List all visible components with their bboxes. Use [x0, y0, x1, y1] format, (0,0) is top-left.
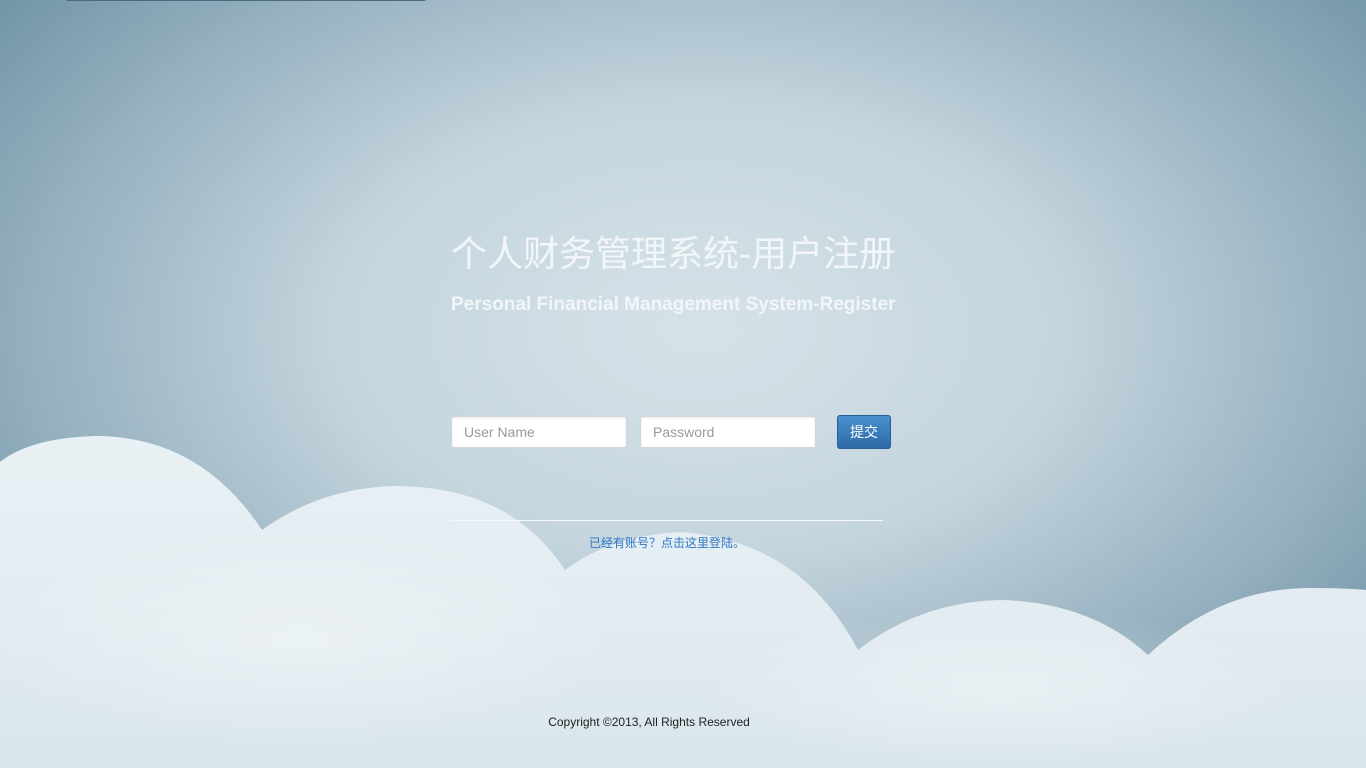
page-title: 个人财务管理系统-用户注册: [451, 234, 896, 275]
page-subtitle: Personal Financial Management System-Reg…: [451, 294, 896, 315]
username-input[interactable]: [451, 416, 627, 448]
login-link[interactable]: 已经有账号？点击这里登陆。: [451, 535, 883, 551]
cloud-background: [0, 436, 1366, 768]
copyright-text: Copyright ©2013, All Rights Reserved: [548, 715, 750, 729]
password-input[interactable]: [640, 416, 816, 448]
divider: [451, 520, 883, 521]
submit-button[interactable]: 提交: [837, 415, 891, 449]
